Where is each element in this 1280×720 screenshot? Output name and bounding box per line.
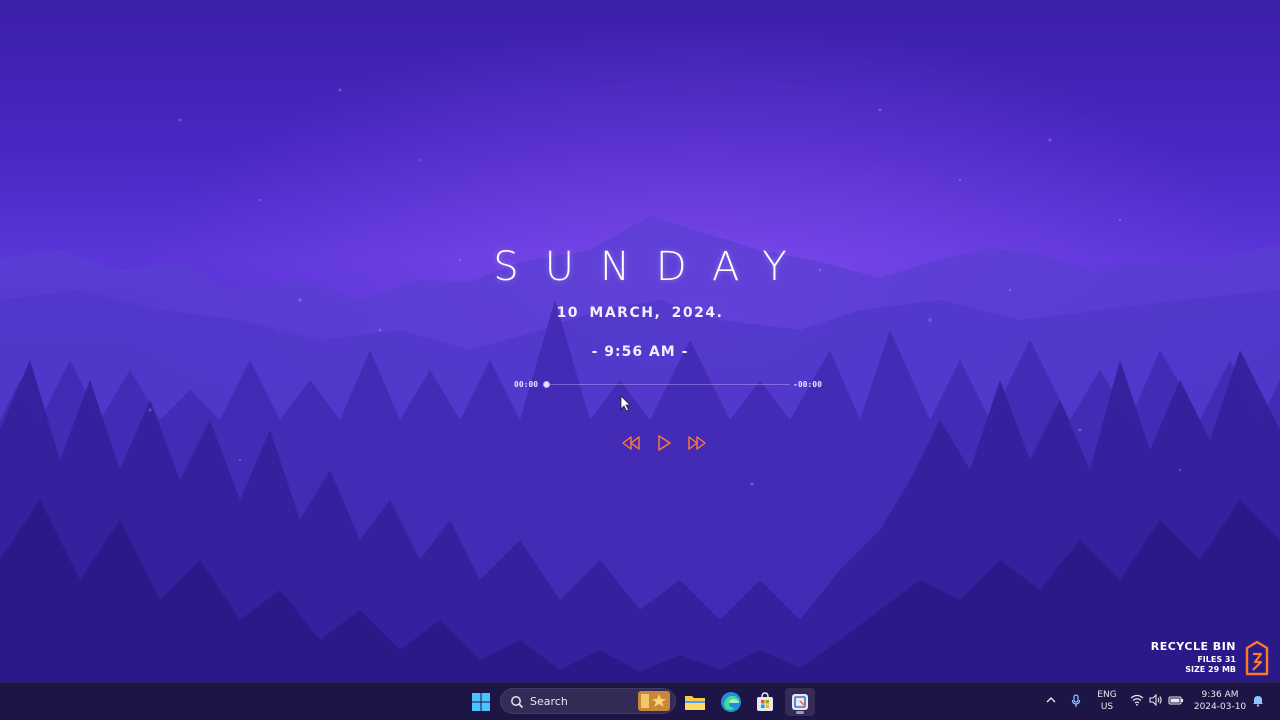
media-remaining-time: -00:00 <box>793 380 822 389</box>
region-label: US <box>1100 702 1114 712</box>
edge-button[interactable] <box>716 688 746 716</box>
microphone-icon[interactable] <box>1071 694 1081 708</box>
chevron-up-icon[interactable] <box>1045 694 1057 706</box>
recycle-bin-icon[interactable] <box>1244 640 1270 676</box>
wifi-icon[interactable] <box>1130 694 1144 706</box>
recycle-bin-title: RECYCLE BIN <box>1150 640 1236 653</box>
wallpaper <box>0 0 1280 682</box>
media-elapsed-time: 00:00 <box>514 380 539 389</box>
volume-icon[interactable] <box>1149 694 1163 706</box>
notification-bell-icon[interactable] <box>1252 694 1264 707</box>
recycle-bin-files: FILES 31 <box>1197 655 1236 664</box>
mouse-cursor <box>620 395 631 412</box>
desktop: SUNDAY 10 MARCH, 2024. - 9:56 AM - 00:00… <box>0 0 1280 682</box>
file-explorer-icon <box>685 696 705 710</box>
day-title: SUNDAY <box>493 244 813 290</box>
search-placeholder: Search <box>530 695 568 708</box>
file-explorer-button[interactable] <box>680 688 710 716</box>
search-icon <box>511 696 524 709</box>
microsoft-store-icon <box>757 692 773 711</box>
clock-date: 2024-03-10 <box>1193 702 1247 712</box>
next-icon[interactable] <box>686 434 708 452</box>
battery-icon[interactable] <box>1168 694 1184 706</box>
recycle-bin-size: SIZE 29 MB <box>1185 665 1236 674</box>
media-progress-track[interactable] <box>545 384 790 385</box>
language-label: ENG <box>1097 690 1117 700</box>
edge-icon <box>721 692 741 712</box>
start-icon <box>472 693 490 711</box>
previous-icon[interactable] <box>620 434 642 452</box>
media-progress-knob[interactable] <box>543 381 550 388</box>
search-highlight-icon <box>638 691 670 711</box>
microsoft-store-button[interactable] <box>750 688 780 716</box>
play-icon[interactable] <box>656 434 672 452</box>
start-button[interactable] <box>466 688 496 716</box>
search-box[interactable]: Search <box>500 688 676 714</box>
time-label: - 9:56 AM - <box>591 344 689 360</box>
date-label: 10 MARCH, 2024. <box>556 305 724 321</box>
language-indicator[interactable]: ENG US <box>1094 689 1120 713</box>
taskbar-clock[interactable]: 9:36 AM 2024-03-10 <box>1190 689 1250 713</box>
clock-time: 9:36 AM <box>1201 690 1239 700</box>
snipping-tool-button[interactable] <box>785 688 815 716</box>
snipping-tool-icon <box>792 694 808 710</box>
active-indicator <box>796 711 804 714</box>
